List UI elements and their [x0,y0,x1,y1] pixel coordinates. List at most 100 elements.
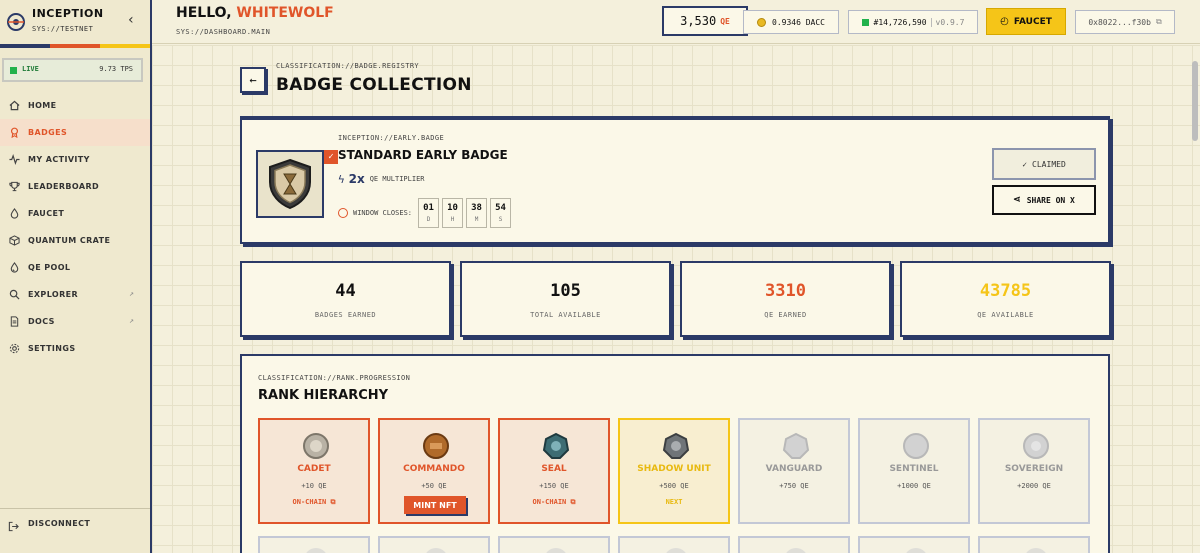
sidebar-item-label: MY ACTIVITY [28,155,90,164]
rank-reward: +50 QE [421,482,447,490]
rank-card-partial[interactable] [378,536,490,553]
cadet-medal-icon [303,433,329,459]
rank-vanguard[interactable]: VANGUARD +750 QE [738,418,850,524]
rank-card-partial[interactable] [258,536,370,553]
rank-reward: +750 QE [779,482,809,490]
window-label: WINDOW CLOSES: [353,209,413,217]
home-icon [8,100,20,112]
box-icon [8,235,20,247]
rank-status: ON-CHAIN [532,498,567,506]
back-button[interactable]: ← [240,67,266,93]
badge-tag: INCEPTION://EARLY.BADGE [338,134,445,142]
multiplier-label: QE MULTIPLIER [369,175,425,183]
sidebar-item-explorer[interactable]: EXPLORER ↗ [0,281,150,308]
medal-icon [786,548,806,553]
rank-card-partial[interactable] [978,536,1090,553]
commando-medal-icon [423,433,449,459]
sidebar-item-settings[interactable]: SETTINGS [0,335,150,362]
rank-hierarchy-card: CLASSIFICATION://RANK.PROGRESSION RANK H… [240,354,1110,553]
rank-commando[interactable]: COMMANDO +50 QE MINT NFT [378,418,490,524]
sidebar-item-label: SETTINGS [28,344,76,353]
top-header: HELLO, WHITEWOLF SYS://DASHBOARD.MAIN 3,… [152,0,1200,44]
badge-icon [8,127,20,139]
faucet-button[interactable]: ◴ FAUCET [986,8,1066,35]
rank-card-partial[interactable] [498,536,610,553]
rank-cadet[interactable]: CADET +10 QE ON-CHAIN ⧉ [258,418,370,524]
rank-status-link[interactable]: ON-CHAIN ⧉ [500,498,608,507]
qe-balance-unit: QE [720,16,730,26]
rank-name: SHADOW UNIT [637,464,711,474]
sidebar: INCEPTION SYS://TESTNET ‹ LIVE 9.73 TPS … [0,0,152,553]
logout-icon [8,517,20,532]
breadcrumb: CLASSIFICATION://BADGE.REGISTRY [276,62,420,70]
mint-nft-button[interactable]: MINT NFT [404,496,466,514]
sidebar-item-quantum-crate[interactable]: QUANTUM CRATE [0,227,150,254]
countdown-days: 01 D [418,198,440,228]
rank-reward: +2000 QE [1017,482,1051,490]
rank-sovereign[interactable]: SOVEREIGN +2000 QE [978,418,1090,524]
rank-seal[interactable]: SEAL +150 QE ON-CHAIN ⧉ [498,418,610,524]
sidebar-item-label: DOCS [28,317,55,326]
external-link-icon: ⧉ [330,498,336,506]
countdown-hours: 10 H [442,198,464,228]
sidebar-item-label: HOME [28,101,57,110]
stat-badges-earned: 44 BADGES EARNED [240,261,451,337]
external-link-icon: ↗ [129,289,134,298]
brand-title: INCEPTION [32,7,104,20]
faucet-icon: ◴ [1000,16,1009,27]
sidebar-item-label: LEADERBOARD [28,182,100,191]
stat-value: 3310 [765,281,806,301]
sidebar-item-home[interactable]: HOME [0,92,150,119]
sidebar-item-badges[interactable]: BADGES [0,119,150,146]
rank-shadow-unit[interactable]: SHADOW UNIT +500 QE NEXT [618,418,730,524]
medal-icon [426,548,446,553]
countdown-seconds: 54 S [490,198,512,228]
scrollbar[interactable] [1192,61,1198,141]
check-icon: ✓ [1022,159,1028,169]
sidebar-item-label: QUANTUM CRATE [28,236,111,245]
sidebar-item-leaderboard[interactable]: LEADERBOARD [0,173,150,200]
disconnect-button[interactable]: DISCONNECT [8,517,90,532]
sidebar-item-faucet[interactable]: FAUCET [0,200,150,227]
sidebar-item-docs[interactable]: DOCS ↗ [0,308,150,335]
rank-card-partial[interactable] [858,536,970,553]
external-link-icon: ↗ [129,316,134,325]
qe-balance-value: 3,530 [680,14,717,28]
live-dot-icon [10,67,17,74]
wallet-address-button[interactable]: 0x8022...f30b ⧉ [1075,10,1175,34]
sidebar-item-my-activity[interactable]: MY ACTIVITY [0,146,150,173]
rank-status-link[interactable]: ON-CHAIN ⧉ [260,498,368,507]
sidebar-item-label: QE POOL [28,263,71,272]
inception-logo-icon [7,13,25,31]
window-countdown: WINDOW CLOSES: 01 D 10 H 38 M 54 S [338,198,514,228]
share-label: SHARE ON X [1026,195,1075,205]
sidebar-item-qe-pool[interactable]: QE POOL [0,254,150,281]
version-label: v0.9.7 [930,17,964,27]
medal-icon [546,548,566,553]
share-on-x-button[interactable]: ⋖ SHARE ON X [992,185,1096,215]
live-status: LIVE 9.73 TPS [2,58,143,82]
page-title: BADGE COLLECTION [276,75,472,95]
arrow-left-icon: ← [249,73,257,87]
rank-sentinel[interactable]: SENTINEL +1000 QE [858,418,970,524]
stat-qe-earned: 3310 QE EARNED [680,261,891,337]
medal-icon [1026,548,1046,553]
collapse-sidebar-button[interactable]: ‹ [124,12,138,30]
sidebar-item-label: EXPLORER [28,290,79,299]
multiplier-value: 2x [348,172,365,186]
rank-title: RANK HIERARCHY [258,388,389,403]
doc-icon [8,316,20,328]
live-label: LIVE [22,65,39,73]
countdown-unit: H [450,216,455,223]
rank-card-partial[interactable] [738,536,850,553]
medal-icon [306,548,326,553]
rank-name: COMMANDO [403,464,465,474]
rank-reward: +150 QE [539,482,569,490]
trophy-icon [8,181,20,193]
rank-card-partial[interactable] [618,536,730,553]
stat-total-available: 105 TOTAL AVAILABLE [460,261,671,337]
claimed-button: ✓ CLAIMED [992,148,1096,180]
rank-status: NEXT [665,498,683,506]
rank-reward: +1000 QE [897,482,931,490]
sidebar-footer: DISCONNECT [0,508,150,532]
